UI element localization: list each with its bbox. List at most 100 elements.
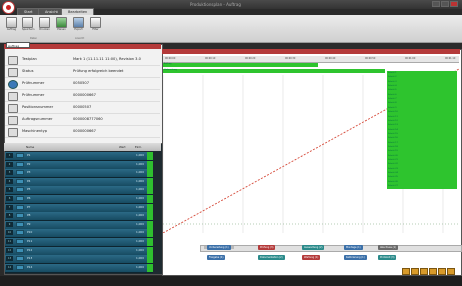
legend-item[interactable]: Dokumentation (2) bbox=[258, 255, 285, 260]
column-header-name[interactable]: Name bbox=[26, 145, 34, 149]
info-row: Maschinentyp 0000000667 bbox=[5, 127, 160, 138]
time-scale: 00:00:00 00:00:10 00:00:20 00:00:30 00:00:40… bbox=[163, 56, 459, 63]
step-label: Schritt 11 bbox=[388, 115, 398, 118]
tool-icon[interactable] bbox=[438, 268, 446, 275]
minimize-button[interactable] bbox=[432, 1, 440, 7]
legend-item[interactable]: Wartung (1) bbox=[302, 255, 321, 260]
step-label: Schritt 3 bbox=[388, 80, 397, 83]
part-icon bbox=[16, 221, 24, 227]
legend-item[interactable]: Protokoll (3) bbox=[378, 255, 397, 260]
part-icon bbox=[16, 213, 24, 219]
legend-item[interactable]: Vorbereitung (1) bbox=[207, 245, 231, 250]
plan-icon bbox=[8, 56, 18, 65]
column-header-unit[interactable]: Einh. bbox=[135, 145, 142, 149]
row-status-indicator bbox=[147, 203, 153, 212]
window-title: Produktionsplan - Auftrag bbox=[190, 2, 241, 7]
legend-item[interactable]: Auswertung (2) bbox=[302, 245, 325, 250]
step-label: Schritt 9 bbox=[388, 106, 397, 109]
row-name: P11 bbox=[27, 239, 33, 243]
legend-item[interactable]: Montage (1) bbox=[344, 245, 363, 250]
row-name: P9 bbox=[27, 221, 31, 226]
tool-icon[interactable] bbox=[447, 268, 455, 275]
gantt-bar-label: Auftrag bbox=[164, 63, 172, 65]
row-name: P12 bbox=[27, 247, 33, 252]
row-status-indicator bbox=[147, 152, 153, 160]
row-number: 5 bbox=[6, 187, 13, 193]
ribbon-button-order[interactable]: Auftrag bbox=[6, 17, 17, 31]
part-icon bbox=[16, 264, 24, 270]
info-row: Status Prüfung erfolgreich beendet bbox=[5, 67, 160, 78]
panel-dropdown[interactable]: Auftrag bbox=[6, 42, 30, 48]
tool-icon[interactable] bbox=[429, 268, 437, 275]
row-value: 1,000 bbox=[135, 161, 144, 166]
row-number: 14 bbox=[6, 264, 13, 270]
step-label: Schritt 12 bbox=[388, 119, 398, 122]
part-icon bbox=[16, 204, 24, 210]
tool-icon[interactable] bbox=[411, 268, 419, 275]
legend-item[interactable]: Kalibrierung (1) bbox=[344, 255, 367, 260]
info-label: Testplan bbox=[22, 57, 37, 61]
info-label: Prüfnummer bbox=[22, 81, 45, 85]
legend-item[interactable]: Abschluss (1) bbox=[378, 245, 399, 250]
row-value: 1,000 bbox=[135, 221, 144, 226]
ribbon-button-plan[interactable]: Planen bbox=[56, 17, 67, 31]
row-name: P2 bbox=[27, 161, 31, 166]
row-status-indicator bbox=[147, 238, 153, 246]
tool-icon[interactable] bbox=[402, 268, 410, 275]
list-row[interactable]: 14 P14 1,000 bbox=[5, 263, 153, 273]
ribbon-label: Planen bbox=[57, 28, 66, 31]
part-icon bbox=[16, 247, 24, 253]
row-value: 1,000 bbox=[135, 239, 144, 243]
maximize-button[interactable] bbox=[441, 1, 449, 7]
step-label: Schritt 27 bbox=[388, 185, 398, 188]
step-column: Schritt 1 Schritt 2 Schritt 3 Schritt 4 Schr… bbox=[387, 71, 457, 189]
row-value: 1,000 bbox=[135, 170, 144, 175]
filter-icon bbox=[90, 17, 101, 28]
row-value: 1,000 bbox=[135, 153, 144, 157]
step-label: Schritt 7 bbox=[388, 98, 397, 101]
ribbon-button-save[interactable]: Speichern bbox=[22, 17, 34, 31]
row-value: 1,000 bbox=[135, 230, 144, 235]
ribbon-group-label: Datei bbox=[30, 37, 37, 40]
gantt-bar[interactable]: Auftrag bbox=[163, 63, 318, 67]
tool-icon[interactable] bbox=[420, 268, 428, 275]
step-label: Schritt 18 bbox=[388, 145, 398, 148]
row-number: 11 bbox=[6, 239, 13, 244]
info-label: Positionsnummer bbox=[22, 105, 54, 109]
step-label: Schritt 17 bbox=[388, 141, 398, 144]
time-tick-label: 00:01:10 bbox=[445, 57, 456, 60]
horizontal-scrollbar[interactable] bbox=[200, 245, 462, 252]
app-logo-icon[interactable] bbox=[2, 1, 15, 14]
step-label: Schritt 22 bbox=[388, 163, 398, 166]
ribbon-label: Filter bbox=[92, 28, 99, 31]
gantt-bar[interactable]: Vorbereitung bbox=[163, 69, 385, 73]
info-row: Prüfnummer 0000000667 bbox=[5, 91, 160, 102]
row-value: 1,000 bbox=[135, 213, 144, 218]
doc-icon bbox=[8, 104, 18, 113]
ribbon-group-label: Ansicht bbox=[75, 37, 85, 40]
legend-item[interactable]: Prüfung (3) bbox=[258, 245, 276, 250]
step-label: Schritt 24 bbox=[388, 172, 398, 175]
info-row: Auftragsnummer 0000008777060 bbox=[5, 115, 160, 126]
legend-item[interactable]: Freigabe (4) bbox=[207, 255, 226, 260]
row-status-indicator bbox=[147, 160, 153, 169]
row-name: P4 bbox=[27, 178, 31, 183]
info-value: Prüfung erfolgreich beendet bbox=[73, 69, 124, 73]
status-bar bbox=[0, 276, 462, 286]
ribbon-button-print[interactable]: Drucken bbox=[39, 17, 50, 31]
info-value: 0000000667 bbox=[73, 129, 96, 133]
part-icon bbox=[16, 196, 24, 201]
ribbon-label: Export bbox=[74, 28, 83, 31]
ribbon-button-filter[interactable]: Filter bbox=[90, 17, 101, 31]
row-status-indicator bbox=[147, 255, 153, 264]
step-label: Schritt 10 bbox=[388, 111, 398, 114]
column-header-value[interactable]: Wert bbox=[119, 145, 126, 149]
row-status-indicator bbox=[147, 186, 153, 195]
time-tick-label: 00:00:40 bbox=[325, 57, 336, 60]
ribbon-button-export[interactable]: Export bbox=[73, 17, 84, 31]
close-button[interactable] bbox=[450, 1, 458, 7]
info-label: Status bbox=[22, 69, 34, 73]
doc-icon bbox=[8, 92, 18, 101]
row-number: 2 bbox=[6, 161, 13, 167]
time-tick-label: 00:00:10 bbox=[205, 57, 216, 60]
